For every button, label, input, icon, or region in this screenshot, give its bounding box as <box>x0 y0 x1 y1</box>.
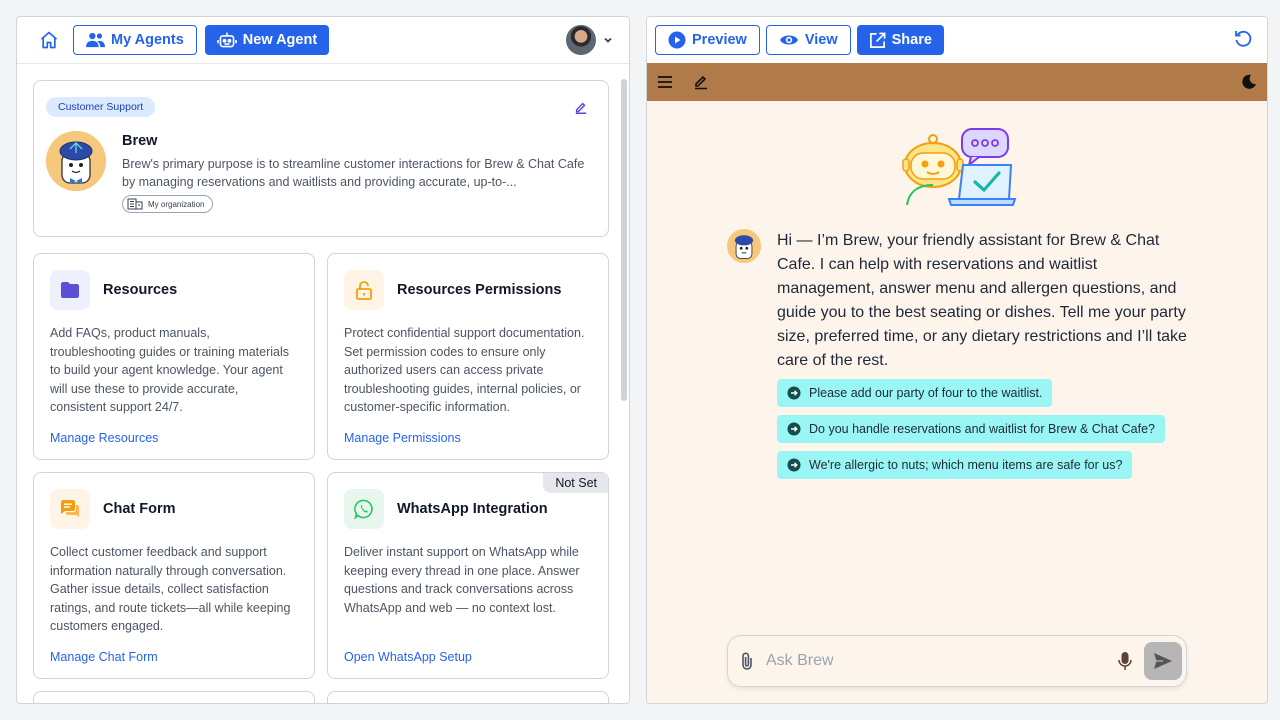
preview-label: Preview <box>692 32 747 48</box>
organization-chip[interactable]: My organization <box>122 195 214 213</box>
arrow-right-circle-icon <box>787 458 801 472</box>
agent-settings-panel: My Agents New Agent Customer Support Bre… <box>16 16 630 704</box>
suggestion-text: Please add our party of four to the wait… <box>809 386 1043 400</box>
brew-mascot-icon <box>46 131 106 191</box>
eye-icon <box>779 35 798 45</box>
manage-resources-link[interactable]: Manage Resources <box>50 431 158 445</box>
new-agent-label: New Agent <box>242 32 318 48</box>
open-whatsapp-setup-link[interactable]: Open WhatsApp Setup <box>344 650 472 664</box>
manage-permissions-link[interactable]: Manage Permissions <box>344 431 461 445</box>
preview-toolbar: Preview View Share <box>647 17 1267 63</box>
new-agent-button[interactable]: New Agent <box>204 25 330 55</box>
brew-mascot-icon <box>727 229 761 263</box>
resources-description: Add FAQs, product manuals, troubleshooti… <box>50 326 290 414</box>
new-chat-pencil-icon[interactable] <box>693 74 709 90</box>
user-avatar <box>566 25 596 55</box>
send-icon <box>1154 653 1172 669</box>
robot-icon <box>216 32 237 48</box>
chat-form-card: Chat Form Collect customer feedback and … <box>33 472 315 679</box>
resources-card: Resources Add FAQs, product manuals, tro… <box>33 253 315 460</box>
suggested-prompts: Please add our party of four to the wait… <box>777 379 1193 479</box>
home-button[interactable] <box>33 24 65 56</box>
resources-permissions-description: Protect confidential support documentati… <box>344 326 585 414</box>
chat-hero-illustration <box>899 127 1019 214</box>
chat-input-bar <box>727 635 1187 687</box>
refresh-icon <box>1235 30 1252 47</box>
send-button[interactable] <box>1144 642 1182 680</box>
feature-card-partial <box>33 691 315 703</box>
feature-card-partial <box>327 691 609 703</box>
assistant-message: Hi — I’m Brew, your friendly assistant f… <box>727 229 1193 479</box>
suggestion-text: Do you handle reservations and waitlist … <box>809 422 1156 436</box>
share-button[interactable]: Share <box>856 25 944 55</box>
manage-chat-form-link[interactable]: Manage Chat Form <box>50 650 158 664</box>
agent-summary-card: Customer Support Brew Brew's primary pur… <box>33 80 609 237</box>
agent-description: Brew's primary purpose is to streamline … <box>122 157 585 189</box>
resources-permissions-card: Resources Permissions Protect confidenti… <box>327 253 609 460</box>
suggestion-chip[interactable]: Please add our party of four to the wait… <box>777 379 1053 407</box>
microphone-icon[interactable] <box>1118 651 1132 671</box>
home-icon <box>40 31 58 49</box>
brew-avatar-small <box>727 229 761 263</box>
view-button[interactable]: View <box>765 25 851 55</box>
whatsapp-integration-description: Deliver instant support on WhatsApp whil… <box>344 545 580 615</box>
not-set-badge: Not Set <box>543 473 608 493</box>
organization-label: My organization <box>148 199 205 209</box>
view-label: View <box>804 32 838 48</box>
external-link-icon <box>869 32 886 48</box>
edit-agent-button[interactable] <box>574 101 588 120</box>
permissions-icon-box <box>344 270 384 310</box>
whatsapp-icon-box <box>344 489 384 529</box>
my-agents-button[interactable]: My Agents <box>73 25 197 55</box>
suggestion-chip[interactable]: Do you handle reservations and waitlist … <box>777 415 1166 443</box>
chat-form-description: Collect customer feedback and support in… <box>50 545 291 633</box>
resources-icon-box <box>50 270 90 310</box>
whatsapp-icon <box>354 499 373 519</box>
preview-button[interactable]: Preview <box>655 25 760 55</box>
menu-icon[interactable] <box>657 75 673 89</box>
share-label: Share <box>891 32 932 48</box>
paperclip-icon[interactable] <box>740 651 754 671</box>
brew-avatar <box>46 131 106 191</box>
play-circle-icon <box>668 31 686 49</box>
arrow-right-circle-icon <box>787 386 801 400</box>
refresh-button[interactable] <box>1233 28 1253 53</box>
whatsapp-integration-card: Not Set WhatsApp Integration Deliver ins… <box>327 472 609 679</box>
chat-header-bar <box>647 63 1267 101</box>
chat-form-title: Chat Form <box>103 501 176 517</box>
left-toolbar: My Agents New Agent <box>17 17 629 64</box>
lock-icon <box>356 281 372 300</box>
scrollbar-thumb[interactable] <box>621 79 627 401</box>
resources-title: Resources <box>103 282 178 298</box>
chevron-down-icon <box>604 37 612 43</box>
user-menu[interactable] <box>566 25 614 55</box>
suggestion-text: We're allergic to nuts; which menu items… <box>809 458 1123 472</box>
building-icon <box>127 198 143 210</box>
assistant-message-text: Hi — I’m Brew, your friendly assistant f… <box>777 232 1187 369</box>
my-agents-label: My Agents <box>111 32 184 48</box>
robot-laptop-illustration <box>902 128 1017 206</box>
whatsapp-integration-title: WhatsApp Integration <box>397 501 548 517</box>
arrow-right-circle-icon <box>787 422 801 436</box>
chat-form-icon-box <box>50 489 90 529</box>
agent-name: Brew <box>122 133 158 149</box>
chat-bubbles-icon <box>61 500 79 517</box>
resources-permissions-title: Resources Permissions <box>397 282 562 298</box>
feature-cards-grid: Resources Add FAQs, product manuals, tro… <box>33 253 609 703</box>
pencil-icon <box>575 102 587 114</box>
chat-preview-panel: Preview View Share Hi — I’m Brew, your f… <box>646 16 1268 704</box>
agent-category-tag: Customer Support <box>46 97 156 117</box>
left-content: Customer Support Brew Brew's primary pur… <box>17 64 629 703</box>
users-icon <box>86 32 105 48</box>
folder-icon <box>61 282 79 298</box>
chat-input[interactable] <box>766 652 1118 670</box>
suggestion-chip[interactable]: We're allergic to nuts; which menu items… <box>777 451 1133 479</box>
dark-mode-moon-icon[interactable] <box>1241 74 1257 90</box>
